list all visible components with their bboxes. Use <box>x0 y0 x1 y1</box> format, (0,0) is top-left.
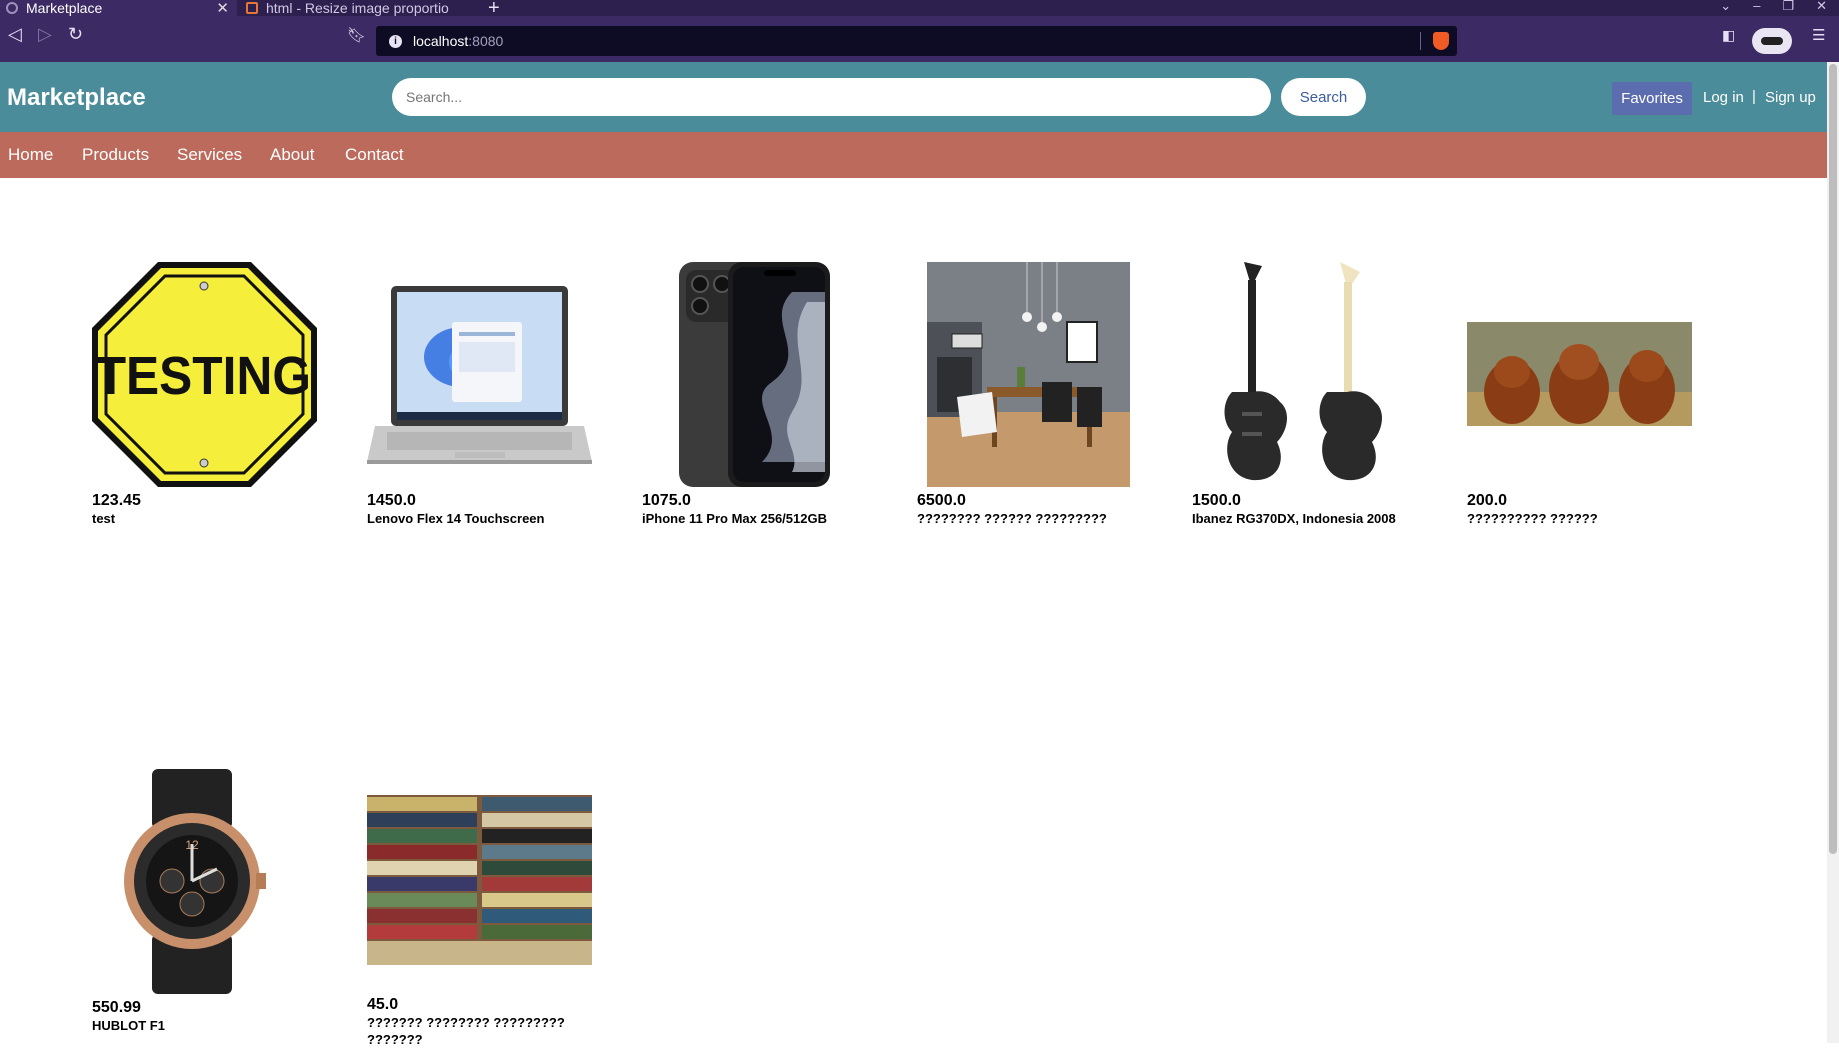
product-name[interactable]: Ibanez RG370DX, Indonesia 2008 <box>1192 510 1432 527</box>
main-menu: Home Products Services About Contact <box>0 132 1827 178</box>
tab-list-icon[interactable]: ⌄ <box>1720 0 1731 14</box>
product-name[interactable]: ?????????? ?????? <box>1467 510 1707 527</box>
reload-icon[interactable]: ↻ <box>68 24 83 45</box>
browser-toolbar: ◁ ▷ ↻ 🔖︎ i localhost :8080 ◧ ☰ <box>0 16 1839 62</box>
site-info-icon[interactable]: i <box>389 34 402 48</box>
book-stack-image <box>367 795 592 965</box>
tab-title: html - Resize image proportio <box>266 0 449 16</box>
scrollbar-thumb[interactable] <box>1829 64 1837 854</box>
signup-link[interactable]: Sign up <box>1765 89 1816 106</box>
site-header: Marketplace Search Favorites Log in | Si… <box>0 62 1827 132</box>
globe-icon <box>6 2 18 14</box>
auth-separator: | <box>1752 88 1756 105</box>
laptop-image <box>367 286 592 464</box>
product-name[interactable]: iPhone 11 Pro Max 256/512GB <box>642 510 882 527</box>
browser-tab-stackoverflow[interactable]: html - Resize image proportio <box>240 0 472 16</box>
url-host: localhost <box>413 33 469 49</box>
menu-item-services[interactable]: Services <box>177 145 242 165</box>
search-button[interactable]: Search <box>1281 78 1366 116</box>
product-price: 1450.0 <box>367 492 416 509</box>
back-icon[interactable]: ◁ <box>8 24 22 45</box>
menu-item-products[interactable]: Products <box>82 145 149 165</box>
address-divider <box>1420 32 1421 50</box>
window-controls: ⌄ – ❐ ✕ <box>1720 0 1839 14</box>
login-link[interactable]: Log in <box>1703 89 1744 106</box>
close-window-icon[interactable]: ✕ <box>1816 0 1827 14</box>
site-logo[interactable]: Marketplace <box>7 84 146 112</box>
tab-title: Marketplace <box>26 0 103 16</box>
product-price: 1500.0 <box>1192 492 1241 509</box>
testing-sign-image: TESTING <box>92 262 317 487</box>
address-bar[interactable]: i localhost :8080 <box>376 26 1457 56</box>
menu-icon[interactable]: ☰ <box>1812 26 1825 44</box>
wallet-extension-icon[interactable] <box>1752 28 1792 54</box>
search-input[interactable] <box>392 78 1271 116</box>
smartphone-image <box>679 262 830 487</box>
brave-shield-icon[interactable] <box>1433 32 1449 50</box>
product-price: 1075.0 <box>642 492 691 509</box>
product-name[interactable]: HUBLOT F1 <box>92 1017 332 1034</box>
svg-text:TESTING: TESTING <box>96 345 311 405</box>
product-price: 45.0 <box>367 996 399 1013</box>
product-price: 6500.0 <box>917 492 966 509</box>
dining-room-image <box>927 262 1130 487</box>
product-price: 550.99 <box>92 999 141 1016</box>
forward-icon[interactable]: ▷ <box>38 24 52 45</box>
product-name[interactable]: ???????? ?????? ????????? <box>917 510 1157 527</box>
close-tab-icon[interactable]: ✕ <box>216 0 229 17</box>
restore-icon[interactable]: ❐ <box>1782 0 1794 14</box>
product-price: 200.0 <box>1467 492 1508 509</box>
favorites-button[interactable]: Favorites <box>1612 82 1692 115</box>
electric-guitars-image <box>1224 262 1383 481</box>
menu-item-home[interactable]: Home <box>8 145 53 165</box>
minimize-icon[interactable]: – <box>1753 0 1760 14</box>
page-scrollbar[interactable] <box>1827 62 1839 1043</box>
browser-tab-strip: Marketplace ✕ html - Resize image propor… <box>0 0 1839 19</box>
puppies-image <box>1467 322 1692 426</box>
product-name[interactable]: test <box>92 510 332 527</box>
wristwatch-image: 12 <box>124 769 266 994</box>
sidebar-toggle-icon[interactable]: ◧ <box>1722 27 1735 44</box>
bookmark-icon[interactable]: 🔖︎ <box>347 26 366 44</box>
menu-item-contact[interactable]: Contact <box>345 145 404 165</box>
browser-tab-marketplace[interactable]: Marketplace ✕ <box>0 0 237 17</box>
stackoverflow-icon <box>246 2 258 14</box>
menu-item-about[interactable]: About <box>270 145 314 165</box>
product-price: 123.45 <box>92 492 141 509</box>
product-name[interactable]: Lenovo Flex 14 Touchscreen <box>367 510 607 527</box>
url-port: :8080 <box>468 33 504 49</box>
